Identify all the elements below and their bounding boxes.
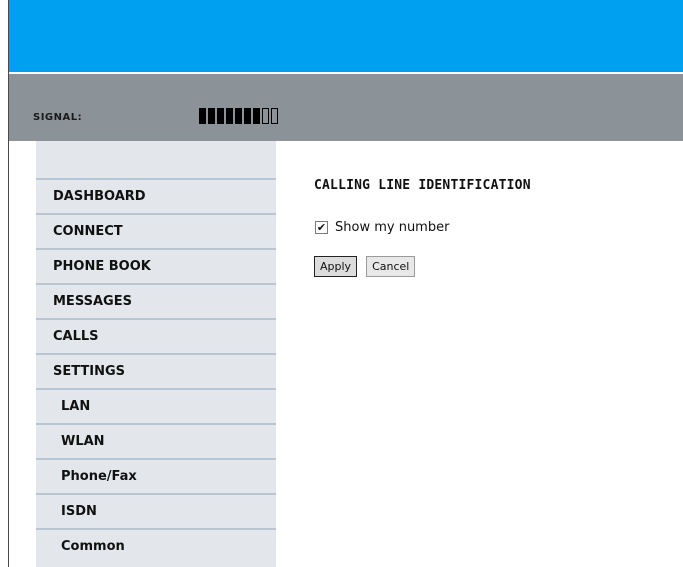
signal-segment (271, 108, 278, 124)
header-bar (9, 0, 683, 72)
signal-segment (208, 108, 215, 124)
sidebar: DASHBOARD CONNECT PHONE BOOK MESSAGES CA… (36, 141, 276, 567)
sidebar-item-messages[interactable]: MESSAGES (36, 283, 276, 318)
form-actions: Apply Cancel (314, 256, 416, 277)
signal-segment (244, 108, 251, 124)
apply-button[interactable]: Apply (314, 256, 358, 277)
sidebar-item-dashboard[interactable]: DASHBOARD (36, 178, 276, 213)
show-number-label: Show my number (335, 220, 450, 235)
signal-segment (253, 108, 260, 124)
app-frame: SIGNAL: DASHBOARD CONNECT PHONE BOOK MES… (8, 0, 683, 567)
sidebar-subitem-common[interactable]: Common (36, 528, 276, 563)
show-number-checkbox[interactable]: ✔ (315, 221, 328, 234)
sidebar-item-calls[interactable]: CALLS (36, 318, 276, 353)
section-title: CALLING LINE IDENTIFICATION (314, 178, 531, 193)
sidebar-item-connect[interactable]: CONNECT (36, 213, 276, 248)
signal-segment (199, 108, 206, 124)
signal-segment (235, 108, 242, 124)
sidebar-subitem-isdn[interactable]: ISDN (36, 493, 276, 528)
sidebar-item-phone-book[interactable]: PHONE BOOK (36, 248, 276, 283)
signal-segment (217, 108, 224, 124)
sidebar-subitem-lan[interactable]: LAN (36, 388, 276, 423)
signal-segment (226, 108, 233, 124)
sidebar-item-settings[interactable]: SETTINGS (36, 353, 276, 388)
cancel-button[interactable]: Cancel (366, 256, 416, 277)
main-content: CALLING LINE IDENTIFICATION ✔ Show my nu… (314, 178, 531, 277)
sidebar-top-spacer (36, 141, 276, 178)
signal-bar: SIGNAL: (9, 74, 683, 141)
sidebar-subitem-wlan[interactable]: WLAN (36, 423, 276, 458)
sidebar-subitem-phone-fax[interactable]: Phone/Fax (36, 458, 276, 493)
signal-strength-meter (199, 108, 278, 124)
show-number-option[interactable]: ✔ Show my number (315, 220, 449, 235)
signal-label: SIGNAL: (33, 112, 83, 123)
signal-segment (262, 108, 269, 124)
